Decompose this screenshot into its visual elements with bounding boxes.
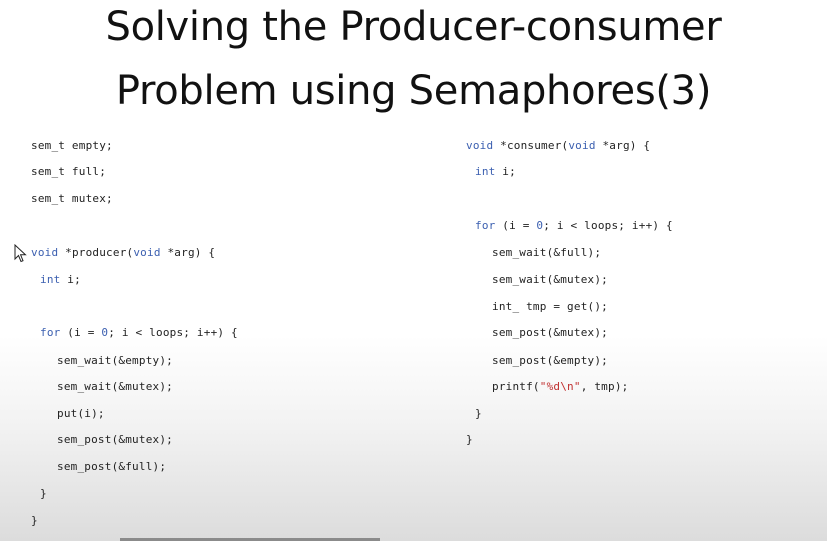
code-line: int i; [475,165,516,178]
code-line: sem_post(&empty); [492,354,608,367]
code-line: sem_t empty; [31,139,113,152]
code-line: sem_post(&full); [57,460,167,473]
code-line: int i; [40,273,81,286]
code-line: sem_t mutex; [31,192,113,205]
code-line: } [31,514,38,527]
mouse-pointer-icon [14,244,27,263]
code-line: sem_wait(&mutex); [57,380,173,393]
code-line: sem_wait(&full); [492,246,602,259]
code-line: void *producer(void *arg) { [31,246,216,259]
slide-title-line-2: Problem using Semaphores(3) [115,68,712,114]
code-line: } [475,407,482,420]
code-line: printf("%d\n", tmp); [492,380,629,393]
code-line: sem_post(&mutex); [492,326,608,339]
code-line: sem_post(&mutex); [57,433,173,446]
code-line: } [466,433,473,446]
code-line: put(i); [57,407,105,420]
code-line: int_ tmp = get(); [492,300,608,313]
slide-title-line-1: Solving the Producer-consumer [105,4,722,50]
code-line: } [40,487,47,500]
code-line: void *consumer(void *arg) { [466,139,651,152]
code-line: for (i = 0; i < loops; i++) { [475,219,673,232]
code-line: sem_wait(&mutex); [492,273,608,286]
code-line: sem_t full; [31,165,107,178]
code-line: sem_wait(&empty); [57,354,173,367]
code-line: for (i = 0; i < loops; i++) { [40,326,238,339]
